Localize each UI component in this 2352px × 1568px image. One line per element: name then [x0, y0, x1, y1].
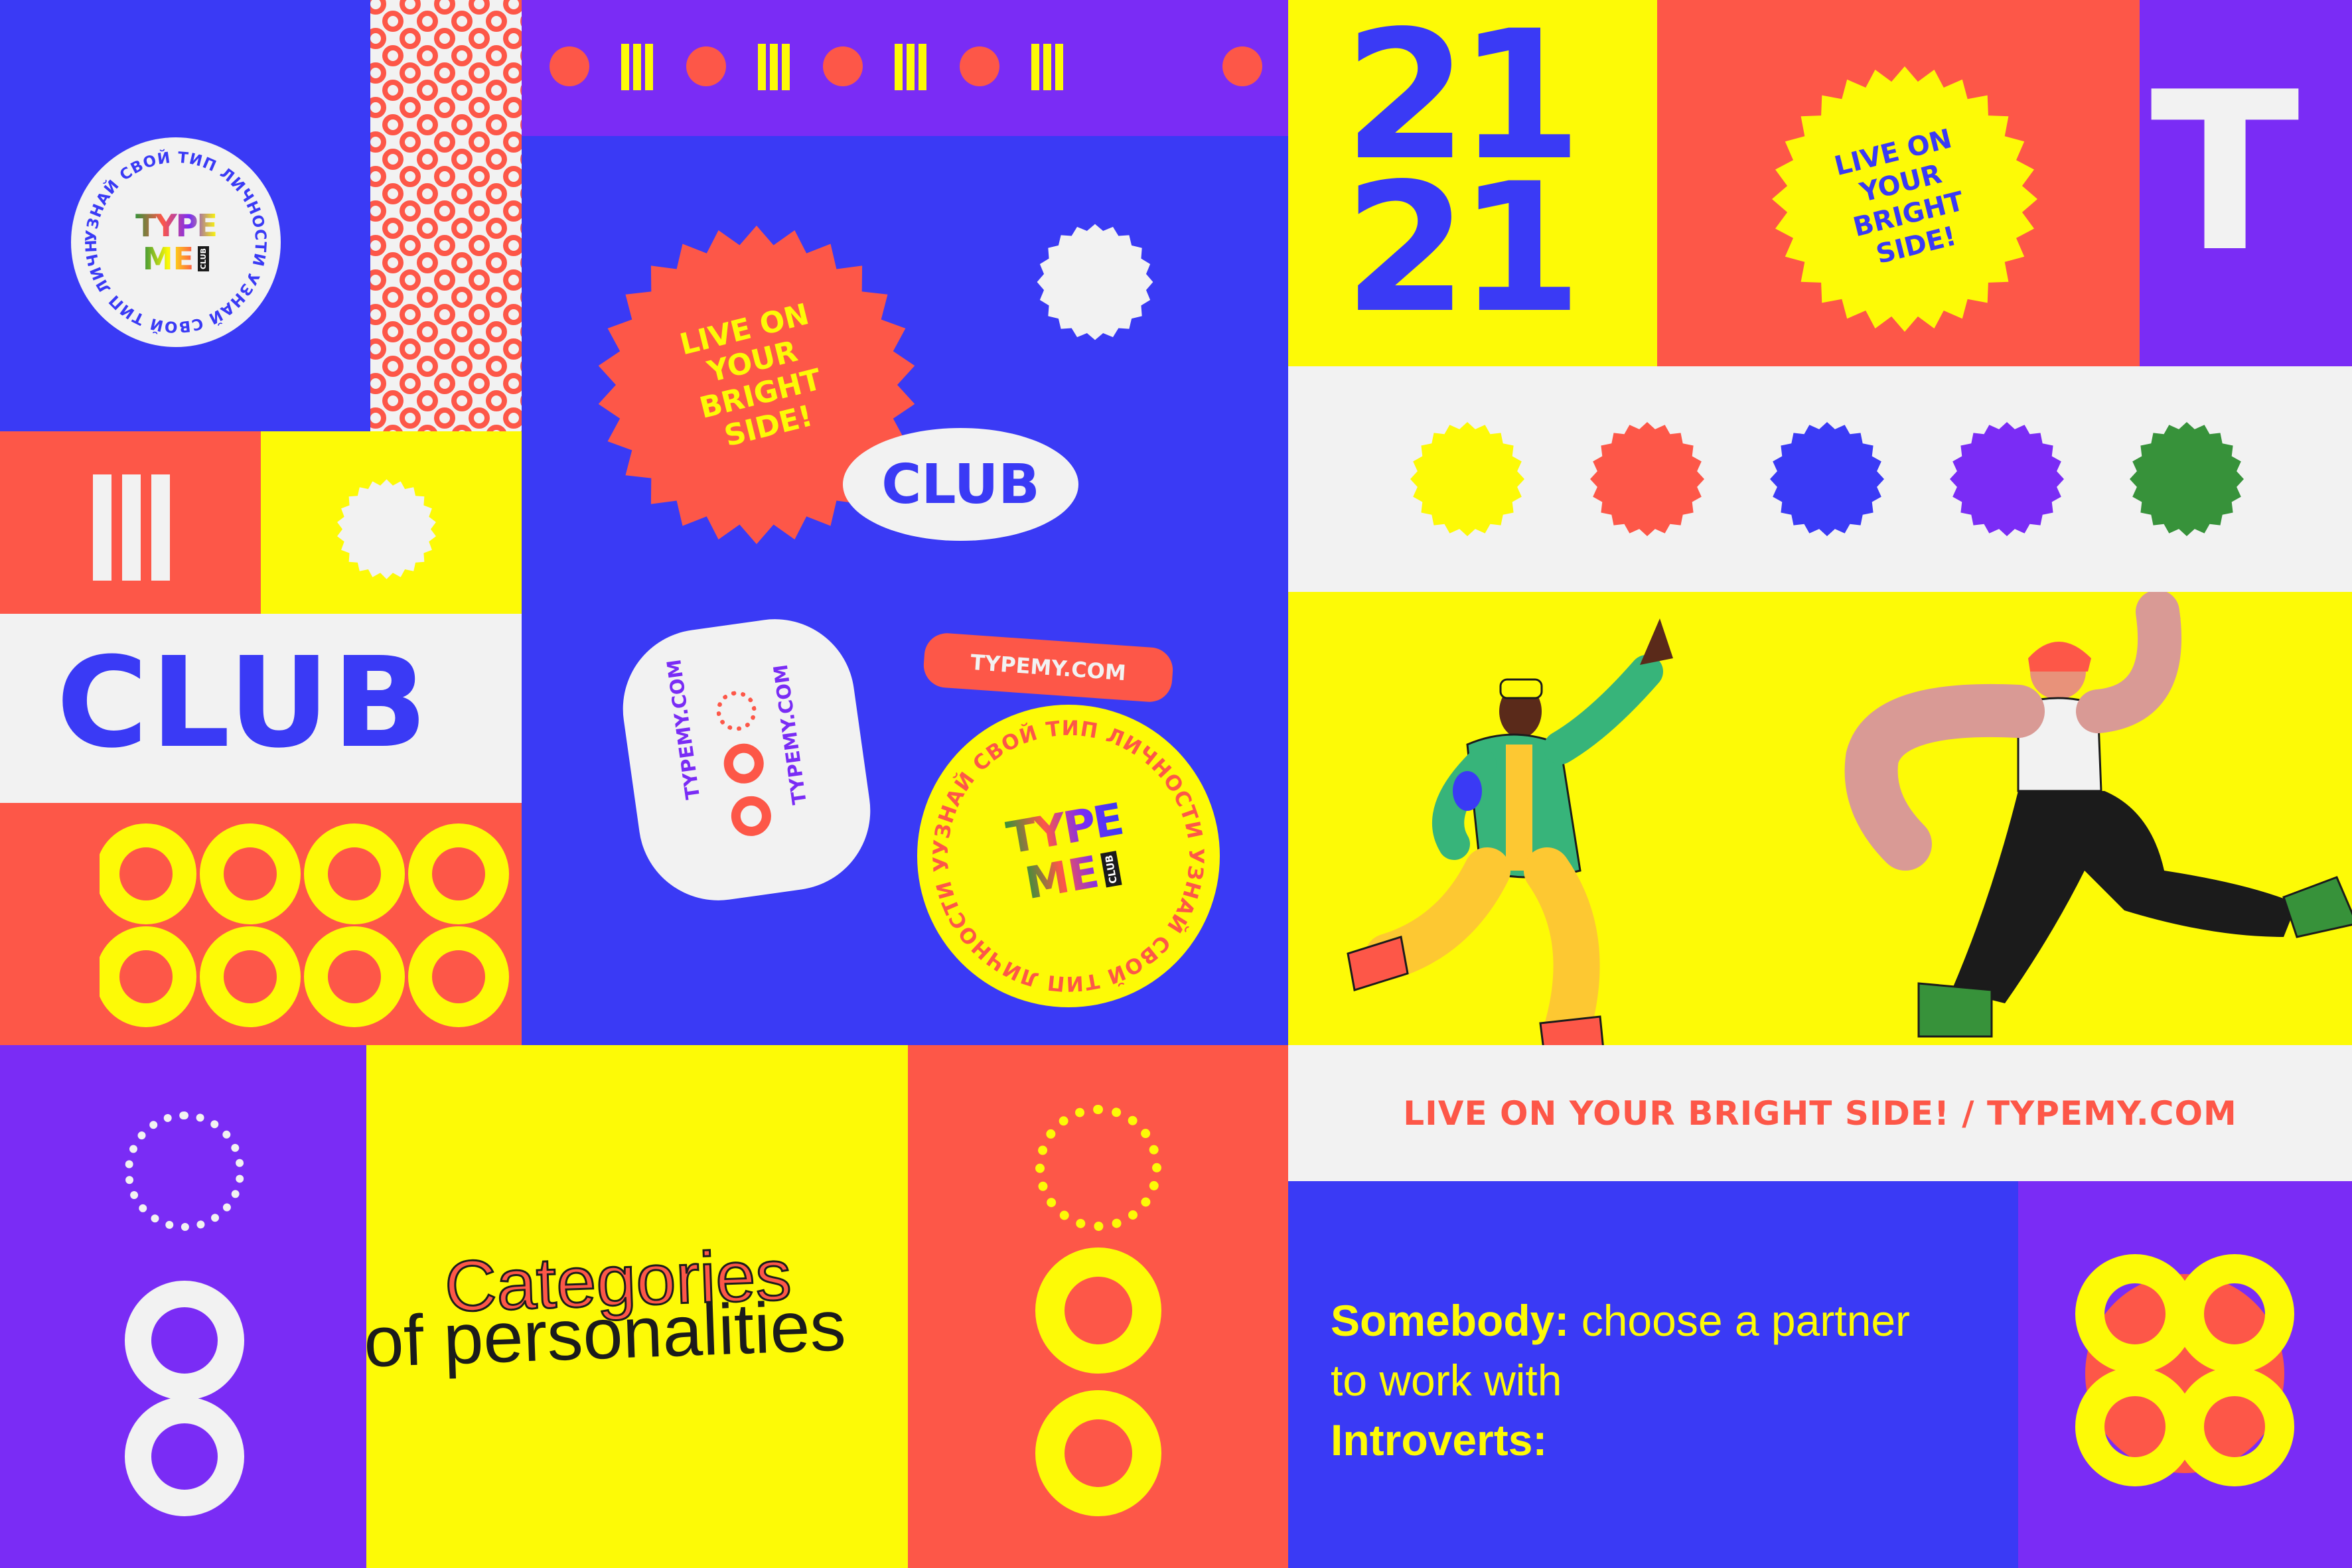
white-ring-2	[125, 1397, 244, 1516]
strip-ornaments	[550, 44, 1262, 90]
card-ring-1	[713, 688, 759, 734]
vertical-tag-left: TYPEMY.COM	[662, 658, 705, 801]
dotted-ring-yellow	[1035, 1105, 1161, 1231]
typemy-tag-label: TYPEMY.COM	[970, 649, 1127, 686]
logo-wordmark-top: TYPE	[135, 208, 218, 244]
runners-illustration	[1347, 592, 2352, 1045]
white-burst-icon	[337, 479, 436, 579]
slogan-bar: LIVE ON YOUR BRIGHT SIDE! / TYPEMY.COM	[1288, 1045, 2352, 1181]
categories-line-2: of personalities	[362, 1285, 847, 1382]
violet-swatch	[1950, 422, 2064, 536]
logo-badge: УЗНАЙ СВОЙ ТИП ЛИЧНОСТИ УЗНАЙ СВОЙ ТИП Л…	[63, 121, 282, 348]
green-swatch	[2130, 422, 2244, 536]
ring-pattern-panel	[370, 0, 522, 431]
big-letter: T	[2150, 45, 2300, 300]
info-text-1: choose a partner	[1569, 1296, 1911, 1345]
club-word-left: CLUB	[56, 630, 431, 776]
yellow-wordmark-tag: CLUB	[1100, 851, 1123, 888]
yellow-ring-2	[1035, 1390, 1161, 1516]
yellow-wordmark-bottom: ME	[1021, 846, 1103, 910]
yellow-ring-cluster	[2075, 1254, 2294, 1486]
card-ring-2	[721, 741, 767, 786]
info-label-somebody: Somebody:	[1331, 1296, 1570, 1345]
yellow-ring-grid	[100, 823, 509, 1027]
logo-wordmark-tag: CLUB	[198, 246, 210, 271]
blue-swatch	[1770, 422, 1884, 536]
card-ring-3	[728, 793, 774, 839]
red-swatch	[1590, 422, 1704, 536]
info-label-introverts: Introverts:	[1331, 1415, 1548, 1464]
dotted-ring-white	[125, 1111, 244, 1231]
year-line-2: 21	[1344, 145, 1582, 352]
yellow-swatch	[1410, 422, 1524, 536]
small-white-burst	[1037, 224, 1153, 340]
slogan-bar-text: LIVE ON YOUR BRIGHT SIDE! / TYPEMY.COM	[1403, 1094, 2237, 1133]
red-ring-pattern	[370, 0, 522, 431]
white-bars-icon	[93, 474, 170, 581]
club-pill-label: CLUB	[881, 453, 1040, 516]
logo-wordmark: TYPE ME CLUB	[129, 202, 222, 282]
vertical-tag-card: TYPEMY.COM TYPEMY.COM	[613, 608, 881, 911]
runner-man	[1347, 618, 1673, 1045]
runner-woman	[1844, 592, 2352, 1038]
club-pill: CLUB	[843, 428, 1078, 541]
info-text-1b: to work with	[1331, 1356, 1562, 1405]
yellow-badge-wordmark: TYPE ME CLUB	[992, 776, 1145, 930]
info-text: Somebody: choose a partner to work with …	[1331, 1291, 1910, 1470]
vertical-tag-right: TYPEMY.COM	[769, 663, 811, 806]
swatch-bursts	[1410, 422, 2244, 536]
yellow-logo-badge: УЗНАЙ СВОЙ ТИП ЛИЧНОСТИ УЗНАЙ СВОЙ ТИП Л…	[907, 685, 1221, 1009]
yellow-ring-1	[1035, 1247, 1161, 1374]
moodboard: УЗНАЙ СВОЙ ТИП ЛИЧНОСТИ УЗНАЙ СВОЙ ТИП Л…	[0, 0, 2352, 1568]
logo-wordmark-bottom: ME	[142, 241, 194, 277]
white-ring-1	[125, 1281, 244, 1400]
